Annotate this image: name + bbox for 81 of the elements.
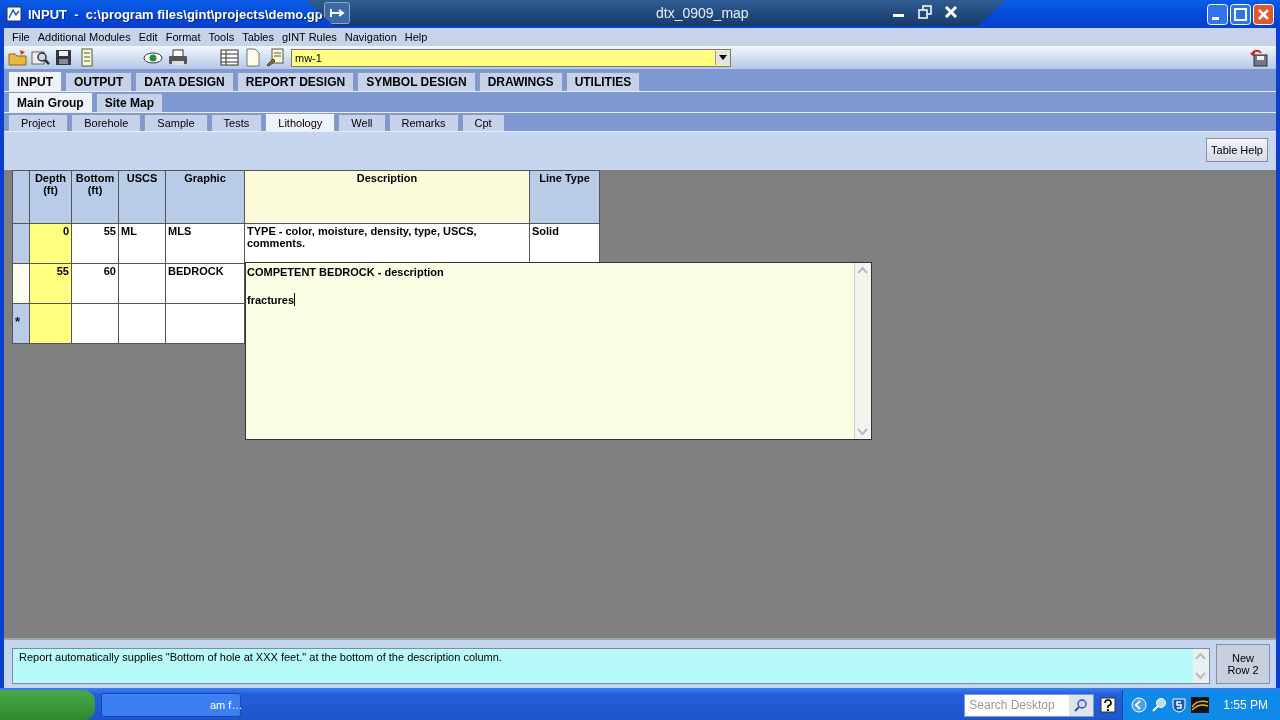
column-header: USCS bbox=[118, 170, 166, 224]
row-selector[interactable] bbox=[12, 223, 30, 264]
application-icon bbox=[6, 6, 22, 22]
table-cell[interactable] bbox=[29, 303, 72, 344]
printer-icon[interactable] bbox=[168, 48, 188, 67]
table-cell[interactable] bbox=[118, 303, 166, 344]
tab[interactable]: Well bbox=[338, 114, 386, 131]
tab[interactable]: Main Group bbox=[8, 92, 93, 112]
table-cell[interactable]: 55 bbox=[71, 223, 119, 264]
tab[interactable]: SYMBOL DESIGN bbox=[357, 72, 476, 91]
menu-item[interactable]: gINT Rules bbox=[278, 31, 341, 43]
tab[interactable]: INPUT bbox=[8, 71, 62, 91]
save-icon[interactable] bbox=[54, 48, 73, 67]
table-cell[interactable]: TYPE - color, moisture, density, type, USCS, comments. bbox=[244, 223, 530, 264]
clock: 1:55 PM bbox=[1223, 698, 1268, 712]
table-cell[interactable]: MLS bbox=[165, 223, 245, 264]
new-row-marker: * bbox=[15, 314, 21, 329]
table-cell[interactable]: BEDROCK bbox=[165, 263, 245, 304]
tab[interactable]: DRAWINGS bbox=[478, 72, 563, 91]
table-cell[interactable]: 0 bbox=[29, 223, 72, 264]
column-header: Line Type bbox=[529, 170, 600, 224]
column-header: Depth (ft) bbox=[29, 170, 72, 224]
menu-item[interactable]: Edit bbox=[134, 31, 162, 43]
restore-icon[interactable] bbox=[917, 4, 933, 20]
tab[interactable]: Sample bbox=[144, 114, 208, 131]
tab[interactable]: Lithology bbox=[265, 113, 336, 131]
table-help-button[interactable]: Table Help bbox=[1206, 138, 1268, 162]
search-icon[interactable] bbox=[1074, 698, 1089, 712]
pin-icon[interactable] bbox=[324, 2, 350, 24]
wave-icon[interactable] bbox=[1191, 697, 1210, 713]
table-cell[interactable]: Solid bbox=[529, 223, 600, 264]
row-header bbox=[12, 170, 30, 224]
magnifier-icon[interactable] bbox=[31, 48, 50, 67]
borehole-dropdown[interactable]: mw-1 bbox=[291, 48, 731, 67]
description-text: COMPETENT BEDROCK - description fractures bbox=[246, 265, 445, 308]
column-header: Graphic bbox=[165, 170, 245, 224]
tab[interactable]: Cpt bbox=[461, 114, 505, 131]
table-cell[interactable]: 55 bbox=[29, 263, 72, 304]
table-cell[interactable] bbox=[71, 303, 119, 344]
help-icon[interactable] bbox=[1100, 697, 1117, 713]
menu-item[interactable]: Tools bbox=[204, 31, 239, 43]
menu-item[interactable]: Navigation bbox=[340, 31, 401, 43]
start-button[interactable] bbox=[0, 690, 95, 720]
maximize-icon[interactable] bbox=[1230, 3, 1251, 25]
row-selector[interactable]: * bbox=[12, 303, 30, 344]
menu-item[interactable]: File bbox=[8, 31, 34, 43]
tab[interactable]: Site Map bbox=[95, 93, 163, 112]
tab[interactable]: Remarks bbox=[388, 114, 459, 131]
document-edit-icon[interactable] bbox=[266, 48, 285, 67]
table-icon[interactable] bbox=[220, 48, 239, 67]
menu-item[interactable]: Tables bbox=[238, 31, 278, 43]
table-cell[interactable]: 60 bbox=[71, 263, 119, 304]
table-cell[interactable] bbox=[165, 303, 245, 344]
menu-item[interactable]: Additional Modules bbox=[33, 31, 135, 43]
tab[interactable]: Borehole bbox=[71, 114, 142, 131]
help-text: Report automatically supplies "Bottom of hole at XXX feet." at the bottom of the description column. bbox=[18, 650, 503, 665]
dropdown-arrow-icon[interactable] bbox=[719, 55, 727, 60]
undo-save-icon[interactable] bbox=[1250, 48, 1268, 67]
table-cell[interactable]: ML bbox=[118, 223, 166, 264]
connection-title: dtx_0909_map bbox=[656, 5, 749, 21]
column-header: Description bbox=[244, 170, 530, 224]
column-header: Bottom (ft) bbox=[71, 170, 119, 224]
minimize-icon[interactable] bbox=[1207, 3, 1228, 25]
folder-icon[interactable] bbox=[8, 48, 27, 67]
tab[interactable]: REPORT DESIGN bbox=[236, 72, 355, 91]
table-cell[interactable] bbox=[118, 263, 166, 304]
menu-item[interactable]: Format bbox=[161, 31, 205, 43]
shield-icon[interactable] bbox=[1171, 697, 1188, 713]
menu-item[interactable]: Help bbox=[400, 31, 432, 43]
window-title: INPUT - c:\program files\gint\projects\demo.gp bbox=[28, 6, 323, 22]
new-row-button[interactable]: New Row 2 bbox=[1216, 644, 1270, 684]
row-selector[interactable] bbox=[12, 263, 30, 304]
taskbar-button[interactable]: am f… bbox=[101, 693, 241, 717]
tab[interactable]: DATA DESIGN bbox=[135, 72, 234, 91]
tab[interactable]: Project bbox=[8, 114, 69, 131]
tab[interactable]: Tests bbox=[210, 114, 263, 131]
close-icon[interactable] bbox=[1253, 3, 1274, 25]
tab[interactable]: OUTPUT bbox=[65, 72, 133, 91]
close-icon[interactable] bbox=[943, 4, 959, 20]
tab[interactable]: UTILITIES bbox=[565, 72, 641, 91]
description-editor[interactable]: COMPETENT BEDROCK - description fractures bbox=[245, 262, 872, 440]
